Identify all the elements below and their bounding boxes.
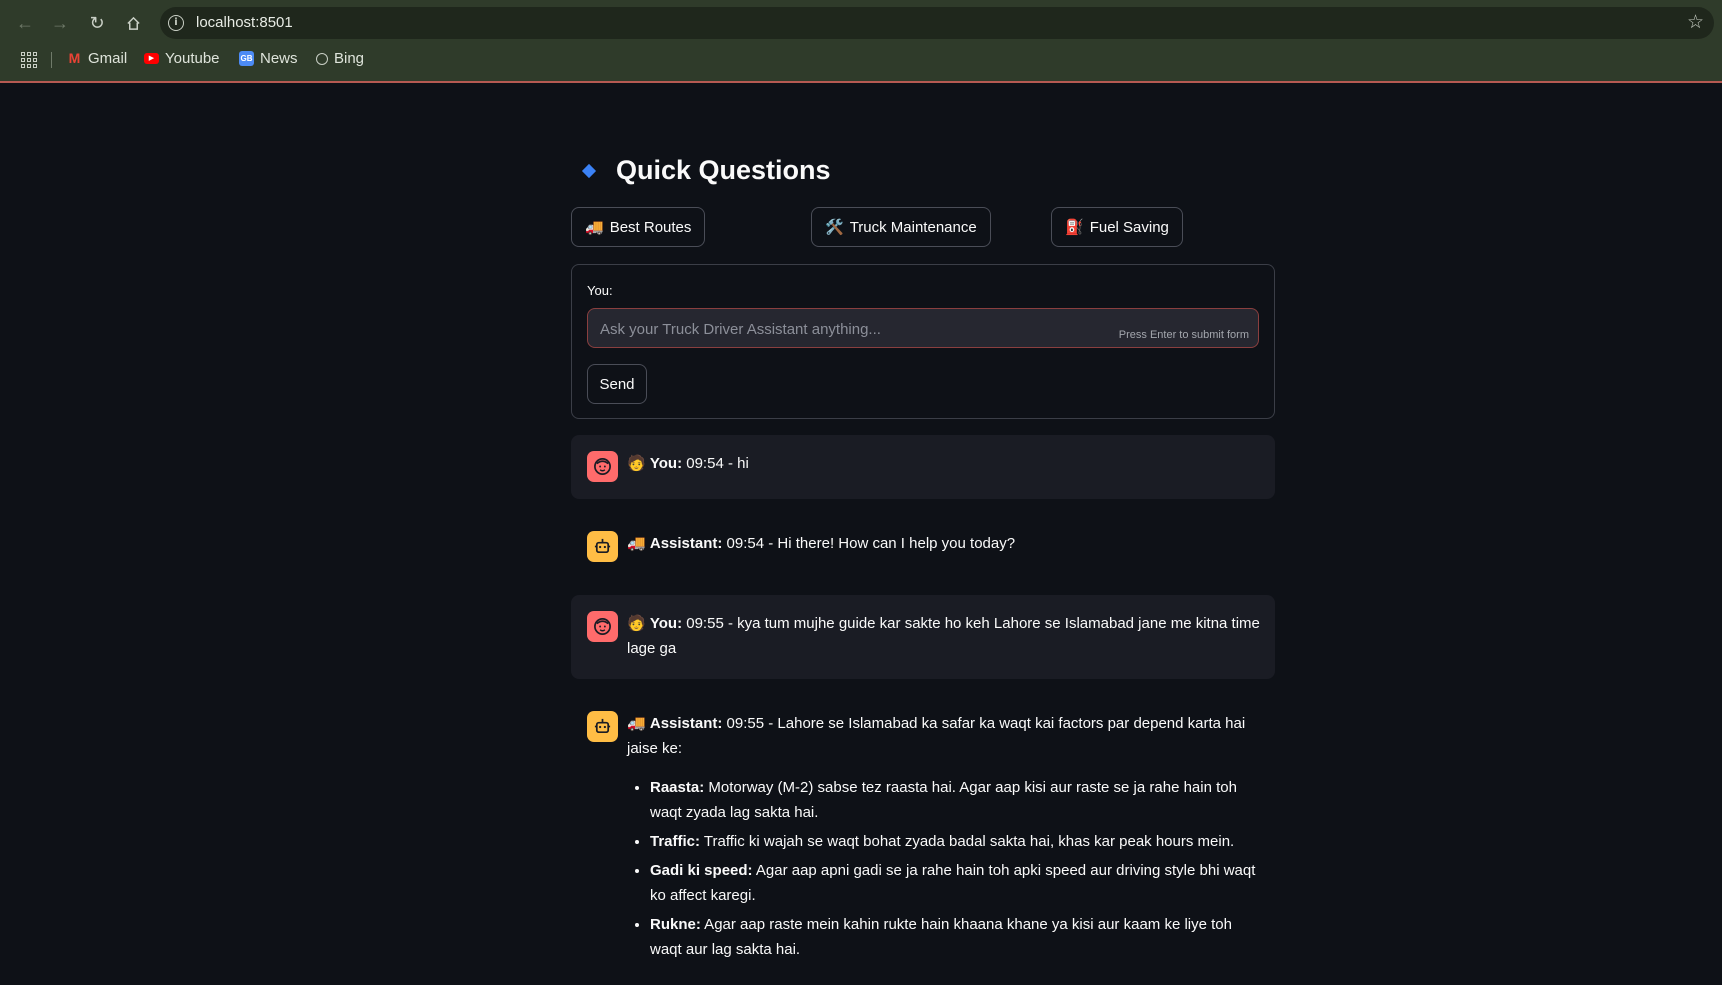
quick-questions-heading: Quick Questions (581, 155, 831, 186)
bookmark-bing[interactable]: Bing (316, 50, 364, 67)
fuel-saving-button[interactable]: ⛽ Fuel Saving (1051, 207, 1183, 247)
message-content: 09:54 - hi (682, 455, 749, 472)
user-avatar-icon (587, 611, 618, 642)
person-icon: 🧑 (627, 614, 646, 632)
truck-icon: 🚚 (627, 714, 646, 732)
chat-message-user: 🧑 You: 09:55 - kya tum mujhe guide kar s… (571, 595, 1275, 679)
bullet-term: Raasta: (650, 779, 705, 796)
chat-message-user: 🧑 You: 09:54 - hi (571, 435, 1275, 499)
truck-icon: 🚚 (585, 218, 604, 236)
list-item: Raasta: Motorway (M-2) sabse tez raasta … (650, 775, 1263, 825)
home-icon[interactable] (120, 10, 146, 36)
apps-grid-icon[interactable] (21, 52, 37, 68)
message-text: 🧑 You: 09:54 - hi (627, 451, 1263, 476)
submit-hint: Press Enter to submit form (1118, 329, 1249, 341)
bookmark-star-icon[interactable]: ☆ (1687, 11, 1704, 34)
user-avatar-icon (587, 451, 618, 482)
button-label: Truck Maintenance (849, 218, 977, 236)
message-content: 09:54 - Hi there! How can I help you tod… (722, 535, 1016, 552)
bullet-term: Gadi ki speed: (650, 862, 753, 879)
bookmark-label: Bing (334, 50, 365, 67)
button-label: Best Routes (609, 218, 692, 236)
diamond-icon (581, 163, 597, 178)
send-button[interactable]: Send (587, 364, 647, 404)
news-icon: GB (239, 51, 254, 66)
address-bar[interactable]: i localhost:8501 ☆ (160, 7, 1714, 39)
chat-message-assistant: 🚚 Assistant: 09:54 - Hi there! How can I… (571, 515, 1275, 579)
speaker-label: You: (649, 615, 683, 632)
message-text: 🚚 Assistant: 09:54 - Hi there! How can I… (627, 531, 1263, 556)
person-icon: 🧑 (627, 454, 646, 472)
bullet-term: Rukne: (650, 916, 701, 933)
bookmark-youtube[interactable]: ▶ Youtube (144, 50, 220, 67)
speaker-label: You: (649, 455, 683, 472)
globe-icon (316, 52, 328, 65)
chat-input[interactable] (598, 309, 1102, 349)
speaker-label: Assistant: (649, 715, 723, 732)
fuel-pump-icon: ⛽ (1065, 218, 1084, 236)
bookmark-label: Youtube (165, 50, 220, 67)
bookmark-label: Gmail (88, 50, 128, 67)
list-item: Gadi ki speed: Agar aap apni gadi se ja … (650, 858, 1263, 908)
bullet-text: Motorway (M-2) sabse tez raasta hai. Aga… (650, 779, 1237, 821)
chat-message-assistant: 🚚 Assistant: 09:55 - Lahore se Islamabad… (571, 695, 1275, 985)
truck-icon: 🚚 (627, 534, 646, 552)
forward-icon[interactable]: → (47, 10, 73, 36)
site-info-icon[interactable]: i (168, 15, 184, 31)
input-label: You: (587, 283, 613, 298)
chat-form: You: Press Enter to submit form Send (571, 264, 1275, 419)
gmail-icon: M (68, 50, 81, 66)
bullet-text: Traffic ki wajah se waqt bohat zyada bad… (700, 833, 1235, 850)
bot-avatar-icon (587, 531, 618, 562)
bookmark-label: News (260, 50, 298, 67)
bookmark-news[interactable]: GB News (239, 50, 298, 67)
reload-icon[interactable]: ↻ (84, 10, 110, 36)
best-routes-button[interactable]: 🚚 Best Routes (571, 207, 706, 247)
page-title: Quick Questions (616, 155, 831, 185)
list-item: Rukne: Agar aap raste mein kahin rukte h… (650, 912, 1263, 962)
button-label: Fuel Saving (1089, 218, 1169, 236)
bot-avatar-icon (587, 711, 618, 742)
bullet-term: Traffic: (650, 833, 701, 850)
youtube-icon: ▶ (144, 53, 159, 64)
tools-icon: 🛠️ (825, 218, 844, 236)
bookmark-gmail[interactable]: M Gmail (67, 50, 128, 67)
url-text[interactable]: localhost:8501 (196, 14, 293, 31)
message-bullet-list: Raasta: Motorway (M-2) sabse tez raasta … (627, 775, 1263, 962)
speaker-label: Assistant: (649, 535, 723, 552)
chat-input-wrapper[interactable]: Press Enter to submit form (587, 308, 1259, 349)
back-icon[interactable]: ← (12, 10, 38, 36)
truck-maintenance-button[interactable]: 🛠️ Truck Maintenance (811, 207, 991, 247)
message-text: 🧑 You: 09:55 - kya tum mujhe guide kar s… (627, 611, 1263, 661)
browser-toolbar: ← → ↻ i localhost:8501 ☆ M Gmail ▶ Youtu… (0, 0, 1722, 83)
message-content: 09:55 - kya tum mujhe guide kar sakte ho… (627, 615, 1260, 657)
bullet-text: Agar aap raste mein kahin rukte hain kha… (650, 916, 1232, 958)
bookmark-separator (51, 52, 52, 68)
list-item: Traffic: Traffic ki wajah se waqt bohat … (650, 829, 1263, 854)
bookmarks-bar: M Gmail ▶ Youtube GB News Bing (0, 46, 1722, 74)
message-text: 🚚 Assistant: 09:55 - Lahore se Islamabad… (627, 711, 1263, 962)
